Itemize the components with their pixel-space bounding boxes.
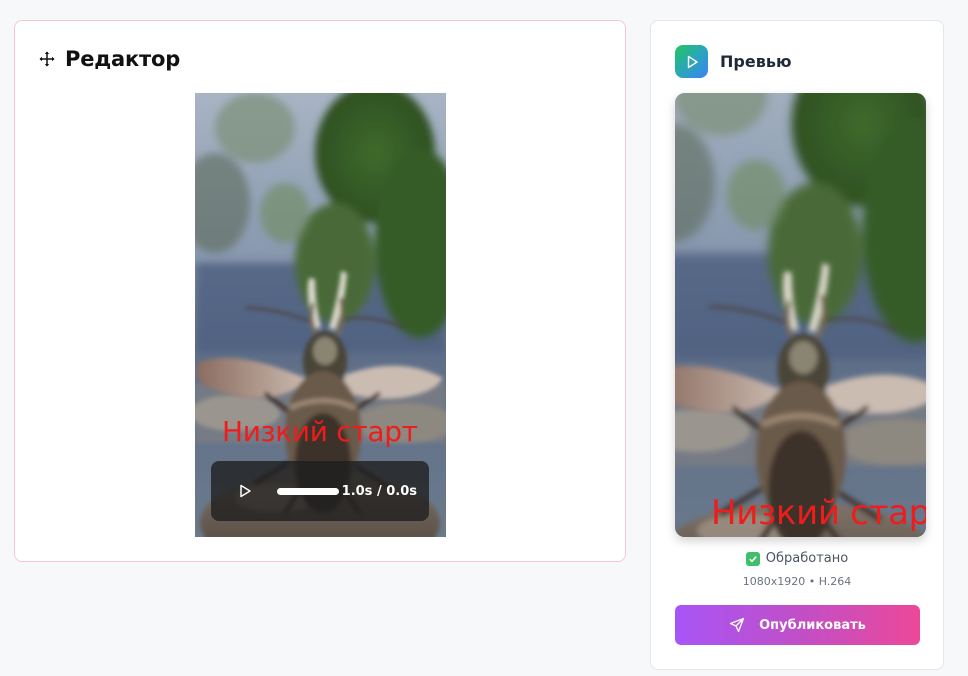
preview-caption: Низкий старт xyxy=(711,493,926,533)
play-button[interactable] xyxy=(235,481,255,501)
status-row: Обработано xyxy=(651,551,943,566)
caption-overlay[interactable]: Низкий старт xyxy=(222,415,418,448)
check-icon xyxy=(745,551,760,566)
publish-button[interactable]: Опубликовать xyxy=(675,605,920,645)
send-icon xyxy=(729,617,745,633)
preview-header: Превью xyxy=(675,45,792,78)
editor-panel: Редактор Низкий старт 1.0s / 0.0s xyxy=(14,20,626,562)
video-meta: 1080x1920 • H.264 xyxy=(742,575,852,588)
play-icon xyxy=(240,484,251,498)
progress-bar[interactable] xyxy=(277,487,339,495)
preview-badge xyxy=(675,45,708,78)
preview-title: Превью xyxy=(720,52,792,71)
publish-label: Опубликовать xyxy=(759,617,866,633)
time-readout: 1.0s / 0.0s xyxy=(341,483,417,499)
preview-frame-image xyxy=(675,93,926,537)
editor-video-canvas[interactable]: Низкий старт 1.0s / 0.0s xyxy=(195,93,446,537)
player-controls: 1.0s / 0.0s xyxy=(211,461,429,521)
editor-title: Редактор xyxy=(65,47,181,71)
preview-panel: Превью Низкий старт Обработано 1080x1920… xyxy=(650,20,944,670)
move-icon xyxy=(39,51,55,67)
play-icon xyxy=(687,55,698,68)
editor-header: Редактор xyxy=(39,47,180,71)
status-text: Обработано xyxy=(765,551,849,566)
preview-video[interactable]: Низкий старт xyxy=(675,93,926,537)
